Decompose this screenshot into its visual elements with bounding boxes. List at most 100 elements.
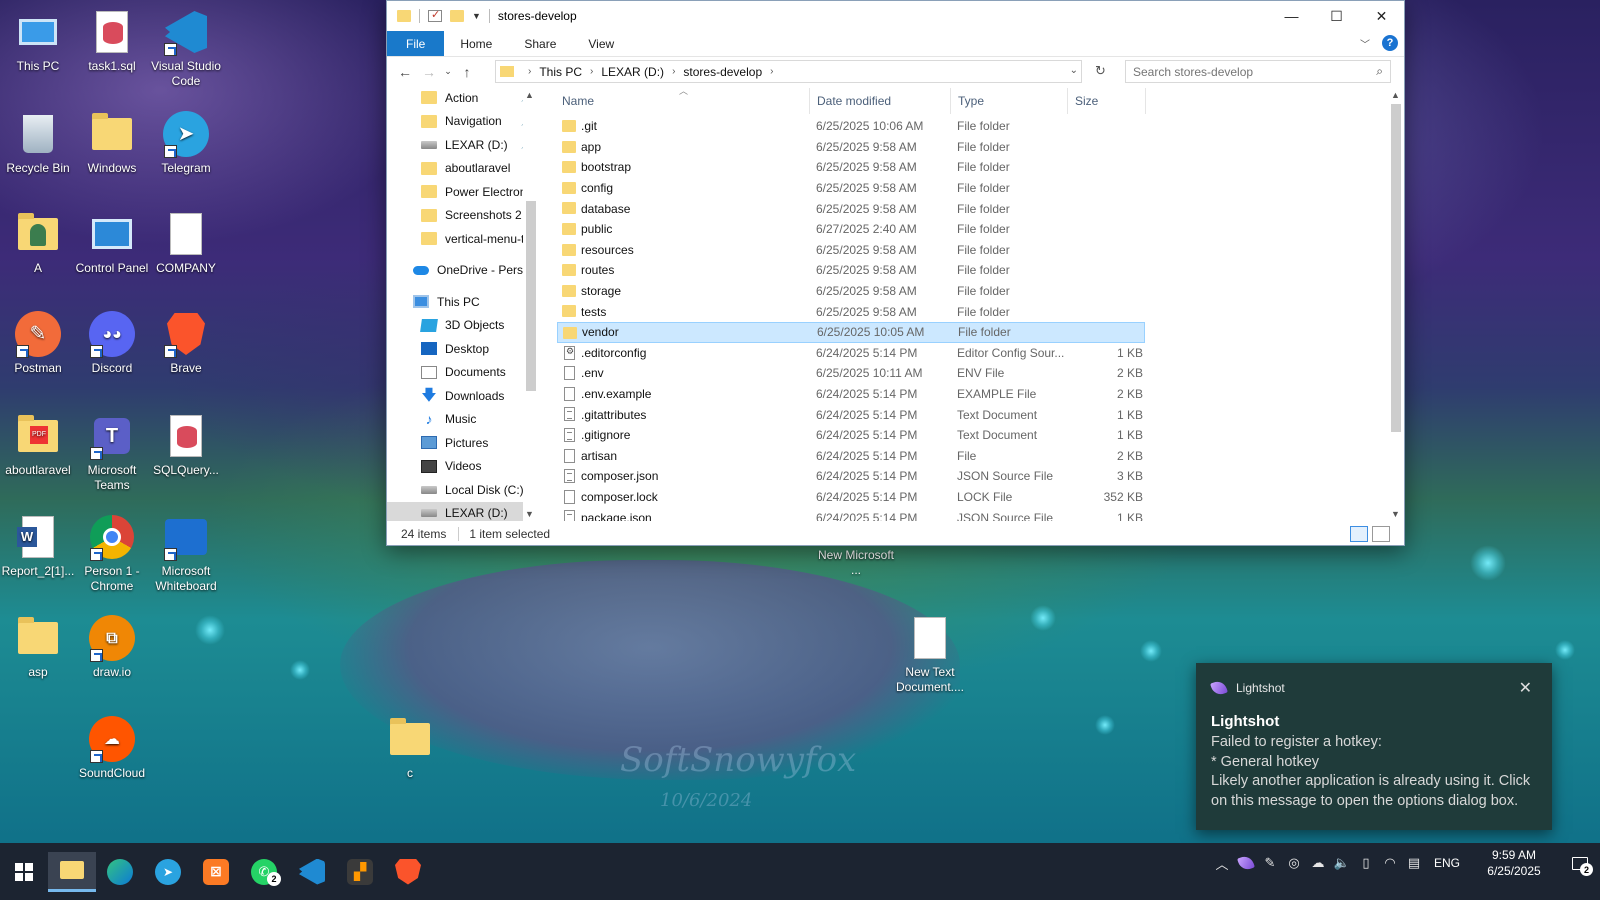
nav-item[interactable]: Pictures — [387, 431, 539, 455]
nav-item[interactable]: vertical-menu-te — [387, 227, 539, 251]
desktop-icon-whiteboard[interactable]: Microsoft Whiteboard — [148, 513, 224, 594]
webcam-icon[interactable]: ◎ — [1282, 843, 1306, 883]
lightshot-tray-icon[interactable] — [1234, 843, 1258, 883]
taskbar-brave[interactable] — [384, 852, 432, 892]
desktop-icon-control-panel[interactable]: Control Panel — [74, 210, 150, 276]
divider[interactable] — [809, 88, 810, 114]
taskbar-sublime[interactable]: ▞ — [336, 852, 384, 892]
column-size[interactable]: Size — [1075, 94, 1098, 108]
breadcrumb-stores-develop[interactable]: stores-develop — [683, 65, 762, 79]
taskbar-vscode[interactable] — [288, 852, 336, 892]
nav-item[interactable]: Desktop — [387, 337, 539, 361]
nav-item[interactable]: Videos — [387, 455, 539, 479]
desktop-icon-telegram[interactable]: ➤ Telegram — [148, 110, 224, 176]
maximize-button[interactable]: ☐ — [1314, 1, 1359, 31]
pen-icon[interactable]: ✎ — [1258, 843, 1282, 883]
language-indicator[interactable]: ENG — [1426, 856, 1468, 870]
file-row[interactable]: artisan 6/24/2025 5:14 PM File 2 KB — [557, 446, 1145, 467]
file-row[interactable]: database 6/25/2025 9:58 AM File folder — [557, 198, 1145, 219]
nav-item[interactable]: Local Disk (C:) — [387, 478, 539, 502]
desktop-icon-company[interactable]: COMPANY — [148, 210, 224, 276]
desktop-icon-a[interactable]: A — [0, 210, 76, 276]
file-list[interactable]: Name ︿ Date modified Type Size .git 6/25/… — [557, 86, 1388, 521]
wifi-icon[interactable]: ◠ — [1378, 843, 1402, 883]
desktop-icon-soundcloud[interactable]: ☁ SoundCloud — [74, 715, 150, 781]
file-row[interactable]: public 6/27/2025 2:40 AM File folder — [557, 219, 1145, 240]
divider[interactable] — [1145, 88, 1146, 114]
file-row[interactable]: .gitignore 6/24/2025 5:14 PM Text Document… — [557, 425, 1145, 446]
tab-view[interactable]: View — [572, 31, 630, 56]
file-row[interactable]: .env.example 6/24/2025 5:14 PM EXAMPLE Fil… — [557, 384, 1145, 405]
lightshot-notification[interactable]: Lightshot ✕ Lightshot Failed to register… — [1196, 663, 1552, 830]
file-row[interactable]: composer.lock 6/24/2025 5:14 PM LOCK File 3… — [557, 487, 1145, 508]
scroll-down-icon[interactable]: ▼ — [1391, 509, 1400, 519]
column-name[interactable]: Name — [562, 94, 594, 108]
nav-item[interactable]: 3D Objects — [387, 314, 539, 338]
desktop-icon-this-pc[interactable]: This PC — [0, 8, 76, 74]
taskbar-file-explorer[interactable] — [48, 851, 96, 892]
scroll-up-icon[interactable]: ▲ — [1391, 90, 1400, 100]
battery-icon[interactable]: ▯ — [1354, 843, 1378, 883]
nav-item[interactable]: OneDrive - Persor — [387, 259, 539, 283]
file-row[interactable]: app 6/25/2025 9:58 AM File folder — [557, 137, 1145, 158]
action-center-button[interactable]: 2 — [1560, 843, 1600, 883]
tab-file[interactable]: File — [387, 31, 445, 56]
search-box[interactable]: ⌕ — [1125, 60, 1391, 83]
file-row[interactable]: storage 6/25/2025 9:58 AM File folder — [557, 281, 1145, 302]
address-bar[interactable]: › This PC › LEXAR (D:) › stores-develop … — [495, 60, 1082, 83]
new-folder-icon[interactable] — [450, 10, 464, 22]
nav-item[interactable]: ♪ Music — [387, 408, 539, 432]
chevron-down-icon[interactable]: ⌄ — [1070, 65, 1078, 76]
show-hidden-icons-icon[interactable]: ︿ — [1210, 843, 1234, 883]
tab-share[interactable]: Share — [508, 31, 572, 56]
taskbar-xampp[interactable]: ⊠ — [192, 852, 240, 892]
toast-message[interactable]: Failed to register a hotkey: * General h… — [1211, 733, 1541, 811]
file-list-scrollbar[interactable]: ▲ ▼ — [1388, 86, 1404, 521]
help-icon[interactable]: ? — [1382, 35, 1398, 51]
file-row[interactable]: routes 6/25/2025 9:58 AM File folder — [557, 260, 1145, 281]
file-row[interactable]: resources 6/25/2025 9:58 AM File folder — [557, 240, 1145, 261]
desktop-icon-windows[interactable]: Windows — [74, 110, 150, 176]
scroll-down-icon[interactable]: ▼ — [525, 509, 534, 519]
column-date-modified[interactable]: Date modified — [817, 94, 891, 108]
tab-home[interactable]: Home — [444, 31, 508, 56]
recent-locations-icon[interactable]: ⌄ — [441, 60, 455, 84]
title-bar[interactable]: ▼ stores-develop — ☐ ✕ — [387, 1, 1404, 31]
scrollbar-thumb[interactable] — [1391, 104, 1401, 432]
file-row[interactable]: .git 6/25/2025 10:06 AM File folder — [557, 116, 1145, 137]
close-icon[interactable]: ✕ — [1519, 678, 1532, 698]
navigation-pane[interactable]: Action📌Navigation📌LEXAR (D:)📌 aboutlarave… — [387, 86, 539, 521]
nav-pane-scrollbar[interactable]: ▲ ▼ — [523, 86, 539, 521]
desktop-icon-aboutlaravel[interactable]: PDF aboutlaravel — [0, 412, 76, 478]
file-row[interactable]: vendor 6/25/2025 10:05 AM File folder — [557, 321, 1145, 343]
properties-icon[interactable] — [428, 8, 442, 22]
clock[interactable]: 9:59 AM 6/25/2025 — [1468, 847, 1560, 879]
search-input[interactable] — [1133, 64, 1363, 79]
start-button[interactable] — [0, 852, 48, 892]
file-row[interactable]: package.json 6/24/2025 5:14 PM JSON Source… — [557, 507, 1145, 521]
network-icon[interactable]: ▤ — [1402, 843, 1426, 883]
details-view-icon[interactable] — [1350, 526, 1368, 542]
cloud-icon[interactable]: ☁ — [1306, 843, 1330, 883]
desktop-icon-new-microsoft[interactable]: New Microsoft ... — [818, 548, 894, 578]
breadcrumb-lexar[interactable]: LEXAR (D:) — [601, 65, 664, 79]
nav-item[interactable]: Power Electronic — [387, 180, 539, 204]
taskbar-whatsapp[interactable]: ✆ 2 — [240, 852, 288, 892]
volume-icon[interactable]: 🔈 — [1330, 843, 1354, 883]
scrollbar-thumb[interactable] — [526, 201, 536, 391]
divider[interactable] — [950, 88, 951, 114]
nav-item[interactable]: Action📌 — [387, 86, 539, 110]
large-icons-view-icon[interactable] — [1372, 526, 1390, 542]
file-row[interactable]: .gitattributes 6/24/2025 5:14 PM Text Docu… — [557, 404, 1145, 425]
desktop-icon-sqlquery[interactable]: SQLQuery... — [148, 412, 224, 478]
desktop-icon-discord[interactable]: ◕◕ Discord — [74, 310, 150, 376]
expand-ribbon-icon[interactable]: ﹀ — [1360, 36, 1370, 51]
file-row[interactable]: config 6/25/2025 9:58 AM File folder — [557, 178, 1145, 199]
desktop-icon-teams[interactable]: T Microsoft Teams — [74, 412, 150, 493]
desktop-icon-chrome[interactable]: Person 1 - Chrome — [74, 513, 150, 594]
file-row[interactable]: tests 6/25/2025 9:58 AM File folder — [557, 301, 1145, 322]
file-explorer-window[interactable]: ▼ stores-develop — ☐ ✕ File Home Share V… — [386, 0, 1405, 546]
desktop-icon-new-text-document[interactable]: New Text Document.... — [892, 614, 968, 695]
desktop-icon-brave[interactable]: Brave — [148, 310, 224, 376]
nav-item[interactable]: Documents — [387, 361, 539, 385]
